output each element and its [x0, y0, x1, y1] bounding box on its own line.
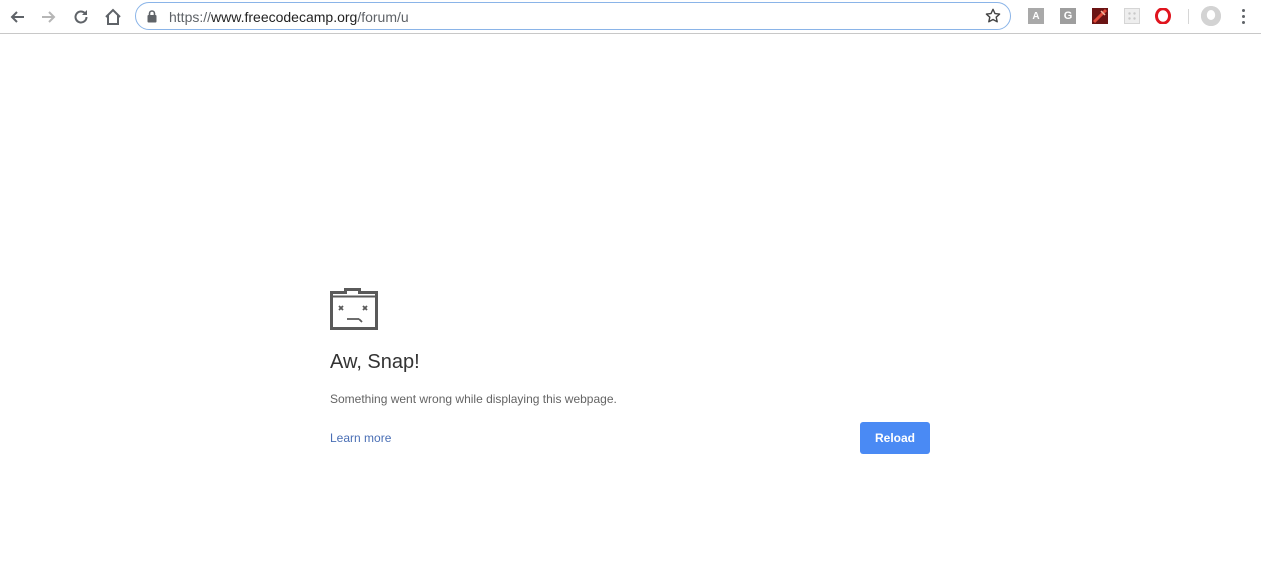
extension-a-glyph: A — [1032, 10, 1040, 22]
red-extension-icon — [1092, 8, 1108, 24]
address-bar[interactable]: https://www.freecodecamp.org/forum/u — [135, 2, 1011, 30]
reload-button[interactable]: Reload — [860, 422, 930, 454]
opera-extension-button[interactable] — [1155, 8, 1171, 24]
home-button[interactable] — [100, 4, 126, 30]
opera-icon — [1155, 8, 1171, 24]
sad-tab-icon — [330, 288, 378, 330]
error-title: Aw, Snap! — [330, 351, 420, 373]
extension-dots-button[interactable] — [1124, 8, 1140, 24]
extension-red-button[interactable] — [1092, 8, 1108, 24]
star-icon[interactable] — [985, 8, 1001, 24]
reload-icon — [74, 10, 88, 24]
url-text[interactable]: https://www.freecodecamp.org/forum/u — [169, 8, 409, 26]
url-scheme: https:// — [169, 9, 212, 25]
menu-icon — [1242, 9, 1245, 12]
extension-a-button[interactable]: A — [1028, 8, 1044, 24]
menu-dot — [1242, 15, 1245, 18]
lock-icon[interactable] — [147, 10, 157, 23]
forward-arrow-icon — [42, 11, 56, 23]
toolbar-separator — [1188, 9, 1189, 24]
forward-button[interactable] — [36, 4, 62, 30]
learn-more-link[interactable]: Learn more — [330, 431, 391, 445]
menu-button[interactable] — [1236, 7, 1252, 25]
profile-icon — [1201, 6, 1221, 26]
dots-extension-icon — [1128, 12, 1136, 20]
profile-button[interactable] — [1201, 6, 1221, 26]
extension-g-button[interactable]: G — [1060, 8, 1076, 24]
browser-toolbar: https://www.freecodecamp.org/forum/u A G — [0, 0, 1261, 34]
home-icon — [105, 8, 121, 25]
back-arrow-icon — [10, 11, 24, 23]
back-button[interactable] — [4, 4, 30, 30]
url-host: www.freecodecamp.org — [211, 9, 358, 25]
reload-page-button[interactable] — [68, 4, 94, 30]
extension-g-glyph: G — [1063, 10, 1073, 22]
menu-dot — [1242, 21, 1245, 24]
url-path: /forum/u — [357, 9, 409, 25]
error-message: Something went wrong while displaying th… — [330, 392, 617, 406]
